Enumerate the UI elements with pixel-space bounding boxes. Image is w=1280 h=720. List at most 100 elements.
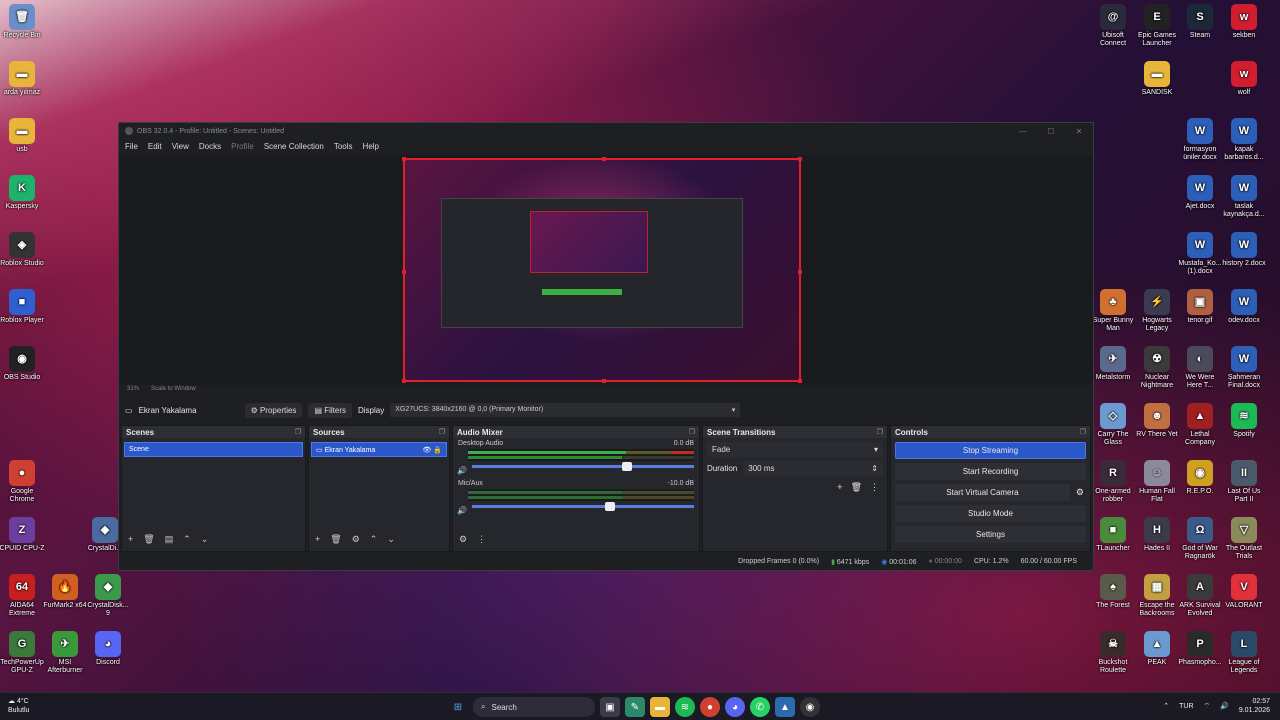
desktop-icon[interactable]: Wtaslak kaynakça.d... (1221, 175, 1267, 219)
obs-icon[interactable]: ◉ (800, 697, 820, 717)
transition-select[interactable]: Fade ▾ (707, 442, 883, 457)
desktop-icon[interactable]: W Ajet.docx (1177, 175, 1223, 211)
desktop-icon[interactable]: ♠ The Forest (1090, 574, 1136, 610)
speaker-icon[interactable]: 🔊 (457, 506, 467, 515)
volume-slider[interactable] (472, 462, 694, 471)
close-icon[interactable]: ✕ (1065, 127, 1093, 136)
task-view-icon[interactable]: ▣ (600, 697, 620, 717)
resize-handle[interactable] (602, 379, 606, 383)
desktop-icon[interactable]: ▲ Lethal Company (1177, 403, 1223, 447)
resize-handle[interactable] (798, 379, 802, 383)
eye-icon[interactable]: 👁 (422, 447, 431, 454)
desktop-icon[interactable]: K Kaspersky (0, 175, 45, 211)
spin-icon[interactable]: ⇕ (871, 464, 878, 473)
desktop-icon[interactable]: 🔥 FurMark2 x64 (42, 574, 88, 610)
trash-icon[interactable]: 🗑 (143, 534, 154, 545)
desktop-icon[interactable]: ☢ Nuclear Nightmare (1134, 346, 1180, 390)
start-virtual-camera-button[interactable]: Start Virtual Camera (895, 484, 1070, 501)
desktop-icon[interactable]: P Phasmopho... (1177, 631, 1223, 667)
desktop-icon[interactable]: II Last Of Us Part II (1221, 460, 1267, 504)
add-icon[interactable]: + (315, 534, 320, 545)
desktop-icon[interactable]: S Steam (1177, 4, 1223, 40)
discord-icon[interactable]: ◕ (725, 697, 745, 717)
desktop-icon[interactable]: L League of Legends (1221, 631, 1267, 675)
menu-scene-collection[interactable]: Scene Collection (264, 142, 324, 151)
trash-icon[interactable]: 🗑 (330, 534, 341, 545)
resize-handle[interactable] (602, 157, 606, 161)
desktop-icon[interactable]: ◉ OBS Studio (0, 346, 45, 382)
desktop-icon[interactable]: ▽ The Outlast Trials (1221, 517, 1267, 561)
desktop-icon[interactable]: w wolf (1221, 61, 1267, 97)
menu-edit[interactable]: Edit (148, 142, 162, 151)
desktop-icon[interactable]: ◐ We Were Here T... (1177, 346, 1223, 390)
photos-icon[interactable]: ▲ (775, 697, 795, 717)
gear-icon[interactable]: ⚙ (1076, 487, 1084, 498)
menu-docks[interactable]: Docks (199, 142, 221, 151)
undock-icon[interactable]: ❐ (689, 428, 695, 436)
desktop-icon[interactable]: R One-armed robber (1090, 460, 1136, 504)
desktop-icon[interactable]: ■ Roblox Player (0, 289, 45, 325)
desktop-icon[interactable]: Wodev.docx (1221, 289, 1267, 325)
preview-canvas[interactable] (402, 157, 802, 383)
duration-spinbox[interactable]: 300 ms ⇕ (743, 461, 883, 476)
maximize-icon[interactable]: ☐ (1037, 127, 1065, 136)
desktop-icon[interactable]: ▣ tenor.gif (1177, 289, 1223, 325)
move-up-icon[interactable]: ⌃ (370, 534, 378, 545)
trash-icon[interactable]: 🗑 (851, 482, 862, 493)
desktop-icon[interactable]: ◉ R.E.P.O. (1177, 460, 1223, 496)
source-item[interactable]: ▭ Ekran Yakalama 👁 🔒 (311, 442, 447, 457)
resize-handle[interactable] (798, 270, 802, 274)
undock-icon[interactable]: ❐ (295, 428, 301, 436)
desktop-icon[interactable]: ◕ Discord (85, 631, 131, 667)
desktop-icon[interactable]: A ARK Survival Evolved (1177, 574, 1223, 618)
desktop-icon[interactable]: 64 AIDA64 Extreme (0, 574, 45, 618)
pen-app-icon[interactable]: ✎ (625, 697, 645, 717)
move-down-icon[interactable]: ⌄ (387, 534, 395, 545)
desktop-icon[interactable]: ● Google Chrome (0, 460, 45, 504)
undock-icon[interactable]: ❐ (877, 428, 883, 436)
more-icon[interactable]: ⋮ (477, 534, 486, 545)
desktop-icon[interactable]: ☠ Buckshot Roulette (1090, 631, 1136, 675)
volume-icon[interactable]: 🔊 (1220, 702, 1229, 710)
spotify-icon[interactable]: ≋ (675, 697, 695, 717)
resize-handle[interactable] (402, 157, 406, 161)
desktop-icon[interactable]: 🗑 Recycle Bin (0, 4, 45, 40)
speaker-icon[interactable]: 🔊 (457, 466, 467, 475)
desktop-icon[interactable]: @ Ubisoft Connect (1090, 4, 1136, 48)
desktop-icon[interactable]: V VALORANT (1221, 574, 1267, 610)
desktop-icon[interactable]: ▬ usb (0, 118, 45, 154)
desktop-icon[interactable]: H Hades II (1134, 517, 1180, 553)
desktop-icon[interactable]: ✈ Metalstorm (1090, 346, 1136, 382)
chrome-icon[interactable]: ● (700, 697, 720, 717)
desktop-icon[interactable]: Whistory 2.docx (1221, 232, 1267, 268)
desktop-icon[interactable]: W Şahmeran Final.docx (1221, 346, 1267, 390)
weather-widget[interactable]: ☁ 4°C Bulutlu (8, 697, 29, 715)
more-icon[interactable]: ⋮ (870, 482, 879, 493)
desktop-icon[interactable]: ▬ SANDISK (1134, 61, 1180, 97)
gear-icon[interactable]: ⚙ (352, 534, 360, 545)
desktop-icon[interactable]: ◆ CrystalDisk... 9 (85, 574, 131, 618)
desktop-icon[interactable]: ✈ MSI Afterburner (42, 631, 88, 675)
desktop-icon[interactable]: Z CPUID CPU-Z (0, 517, 45, 553)
display-select[interactable]: XG27UCS: 3840x2160 @ 0,0 (Primary Monito… (390, 403, 741, 417)
desktop-icon[interactable]: G TechPowerUp GPU-Z (0, 631, 45, 675)
scale-mode[interactable]: Scale to Window (151, 386, 196, 392)
desktop-icon[interactable]: ▲ PEAK (1134, 631, 1180, 667)
desktop-icon[interactable]: Wkapak barbaros.d... (1221, 118, 1267, 162)
move-down-icon[interactable]: ⌄ (201, 534, 209, 545)
undock-icon[interactable]: ❐ (1080, 428, 1086, 436)
desktop-icon[interactable]: w sekben (1221, 4, 1267, 40)
network-icon[interactable]: ⌔ (1204, 702, 1211, 711)
search-box[interactable]: ⌕ Search (473, 697, 595, 717)
move-up-icon[interactable]: ⌃ (183, 534, 191, 545)
desktop-icon[interactable]: E Epic Games Launcher (1134, 4, 1180, 48)
desktop-icon[interactable]: ≋ Spotify (1221, 403, 1267, 439)
slider-knob[interactable] (622, 462, 633, 471)
chevron-up-icon[interactable]: ⌃ (1163, 702, 1169, 710)
menu-view[interactable]: View (172, 142, 189, 151)
desktop-icon[interactable]: Ω God of War Ragnarök (1177, 517, 1223, 561)
desktop-icon[interactable]: ◇ Carry The Glass (1090, 403, 1136, 447)
add-icon[interactable]: + (128, 534, 133, 545)
filters-button[interactable]: ▤ Filters (308, 402, 352, 418)
desktop-icon[interactable]: ☺ Human Fall Flat (1134, 460, 1180, 504)
